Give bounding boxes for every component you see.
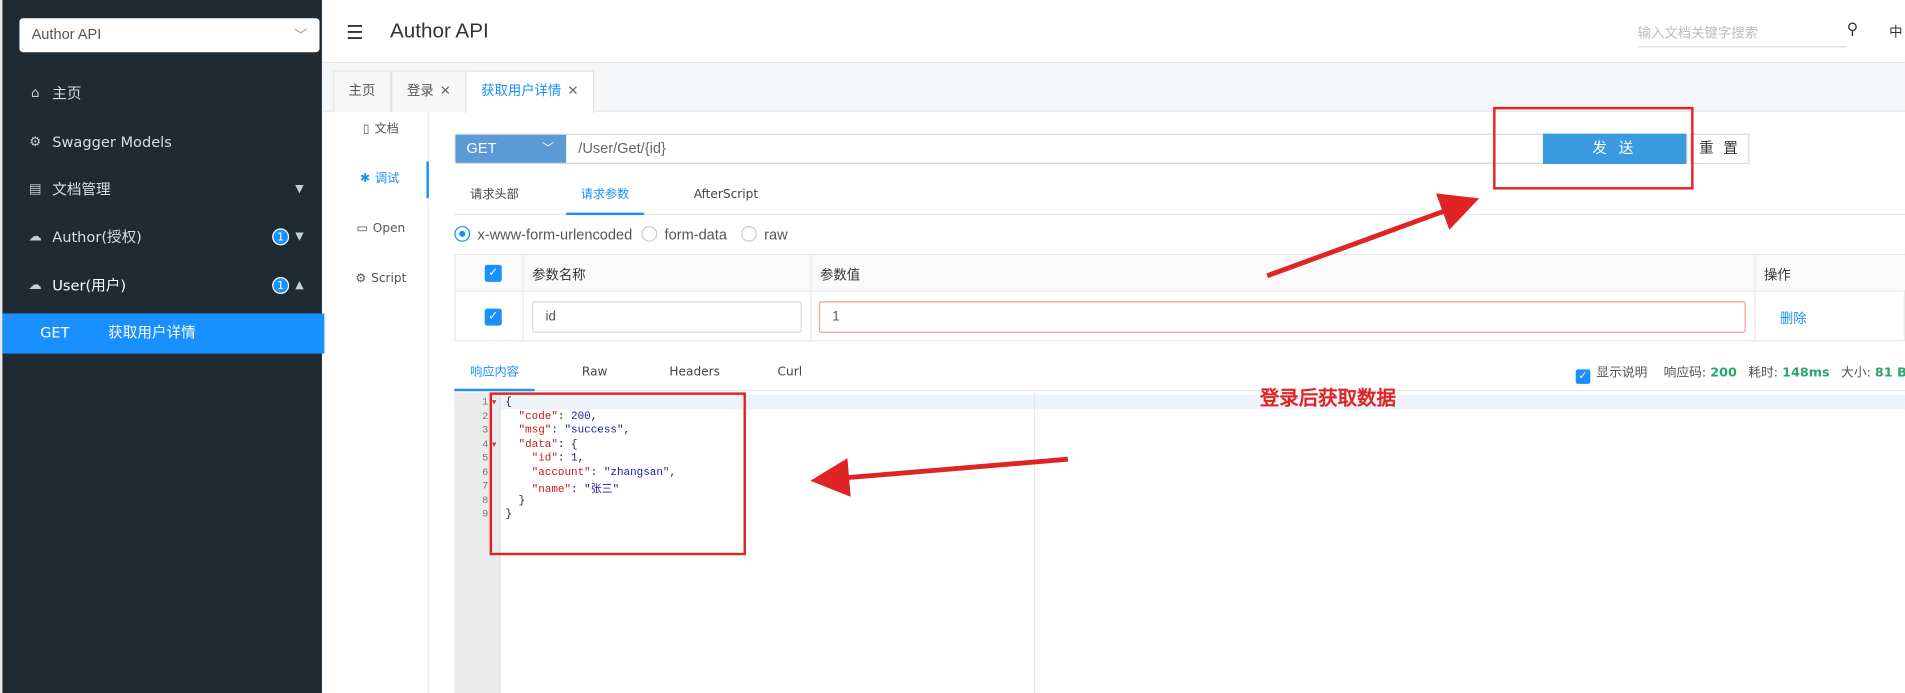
annotation-arrow-to-response	[810, 456, 1069, 497]
annotation-arrow-to-send	[1266, 193, 1480, 279]
app-window: Author API ﹀ ⌂ 主页 ⚙ Swagger Models ▤ 文档管…	[0, 0, 1905, 693]
annotation-arrows	[810, 193, 1480, 497]
